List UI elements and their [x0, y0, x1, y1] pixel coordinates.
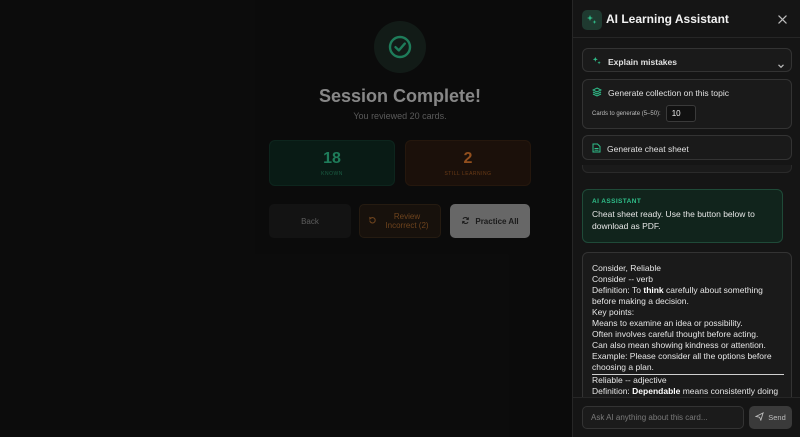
- send-button-label: Send: [768, 413, 786, 422]
- sheet-line: Reliable -- adjective: [592, 375, 667, 385]
- panel-scroll-area[interactable]: Explain mistakes Generate collection on …: [573, 38, 800, 397]
- sheet-line: Consider -- verb: [592, 274, 653, 284]
- send-icon: [754, 412, 765, 423]
- card-count-row: Cards to generate (5–50):: [592, 105, 696, 122]
- sheet-line: Can also mean showing kindness or attent…: [592, 340, 766, 350]
- ai-assistant-panel: AI Learning Assistant Explain mistakes G…: [572, 0, 800, 437]
- cheat-sheet-row: Generate cheat sheet: [592, 143, 689, 155]
- ai-message-text: Cheat sheet ready. Use the button below …: [592, 209, 755, 231]
- cheat-sheet-label: Generate cheat sheet: [607, 144, 689, 154]
- sheet-line: Consider, Reliable: [592, 263, 661, 273]
- panel-title: AI Learning Assistant: [606, 12, 729, 26]
- ask-ai-input[interactable]: [582, 406, 744, 429]
- explain-mistakes-label: Explain mistakes: [608, 57, 677, 67]
- sheet-line: Definition: Dependable means consistentl…: [592, 386, 779, 396]
- previous-message-edge: [582, 165, 792, 173]
- close-icon[interactable]: [774, 11, 790, 27]
- explain-mistakes-row: Explain mistakes: [592, 56, 677, 68]
- chat-composer: Send: [573, 397, 800, 437]
- layers-icon: [591, 87, 603, 99]
- send-button[interactable]: Send: [749, 406, 792, 429]
- sheet-line: Means to examine an idea or possibility.: [592, 318, 743, 328]
- ai-message: AI ASSISTANT Cheat sheet ready. Use the …: [582, 189, 783, 243]
- generate-cheat-sheet-button[interactable]: Generate cheat sheet: [582, 135, 792, 160]
- cheat-sheet-content[interactable]: Consider, Reliable Consider -- verb Defi…: [582, 252, 792, 397]
- chevron-down-icon: [777, 57, 785, 75]
- sparkle-icon: [582, 10, 602, 30]
- sheet-line: Key points:: [592, 307, 635, 317]
- card-count-label: Cards to generate (5–50):: [592, 110, 661, 117]
- sheet-line: Definition: To think carefully about som…: [592, 285, 763, 306]
- sparkle-icon: [592, 56, 602, 68]
- document-icon: [592, 143, 601, 155]
- generate-collection-button[interactable]: Generate collection on this topic: [591, 87, 729, 99]
- card-count-input[interactable]: [665, 105, 696, 122]
- generate-collection-card: Generate collection on this topic Cards …: [582, 79, 792, 129]
- app: Session Complete! You reviewed 20 cards.…: [0, 0, 800, 437]
- sheet-line: Often involves careful thought before ac…: [592, 329, 759, 339]
- generate-collection-label: Generate collection on this topic: [608, 88, 729, 98]
- session-screen: Session Complete! You reviewed 20 cards.…: [0, 0, 572, 437]
- explain-mistakes-dropdown[interactable]: Explain mistakes: [582, 48, 792, 72]
- ai-message-label: AI ASSISTANT: [592, 198, 642, 205]
- panel-header: AI Learning Assistant: [573, 0, 800, 38]
- modal-overlay[interactable]: [0, 0, 572, 437]
- sheet-line: Example: Please consider all the options…: [592, 351, 772, 372]
